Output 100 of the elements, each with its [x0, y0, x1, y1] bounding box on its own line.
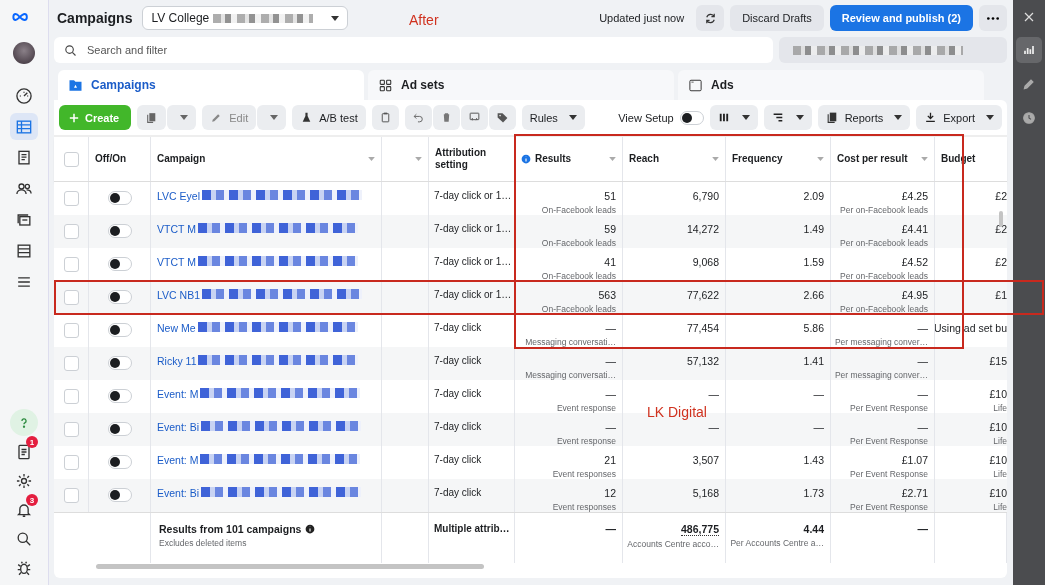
tab[interactable]: Campaigns — [58, 70, 364, 100]
campaign-toggle[interactable] — [107, 356, 132, 370]
campaign-name-link[interactable]: Event: M — [157, 454, 199, 466]
breakdown-button[interactable] — [763, 105, 812, 130]
caret-icon — [180, 115, 189, 120]
transfer-button[interactable] — [460, 105, 488, 130]
dropdown-button[interactable] — [257, 105, 287, 130]
duplicate-button[interactable] — [137, 105, 167, 130]
account-dropdown[interactable]: LV College — [142, 6, 349, 30]
column-header[interactable]: Frequency — [726, 137, 831, 181]
campaign-name-link[interactable]: Ricky 11 — [157, 355, 197, 367]
campaign-toggle[interactable] — [107, 488, 132, 502]
campaign-toggle[interactable] — [107, 290, 132, 304]
tab[interactable]: Ad sets — [368, 70, 674, 100]
info-icon — [305, 524, 316, 534]
scrollbar-thumb[interactable] — [96, 564, 484, 569]
column-header[interactable]: Results — [515, 137, 623, 181]
campaign-toggle[interactable] — [107, 224, 132, 238]
date-range-field[interactable] — [779, 37, 1007, 63]
cost-value: £1.07 — [901, 454, 928, 466]
campaign-toggle[interactable] — [107, 422, 132, 436]
tag-button[interactable] — [488, 105, 516, 130]
column-header[interactable]: Reach — [623, 137, 726, 181]
dropdown-button[interactable] — [167, 105, 197, 130]
row-checkbox[interactable] — [63, 422, 79, 437]
row-checkbox[interactable] — [63, 257, 79, 272]
nav-bell-button[interactable]: 3 — [10, 496, 38, 523]
campaign-name-link[interactable]: Event: Bi — [157, 421, 200, 433]
campaign-toggle[interactable] — [107, 257, 132, 271]
row-checkbox[interactable] — [63, 290, 79, 305]
undo-button[interactable] — [404, 105, 432, 130]
reports-button[interactable]: Reports — [817, 105, 911, 130]
row-checkbox[interactable] — [63, 455, 79, 470]
cost-type: Per Event Response — [850, 436, 928, 446]
result-type: Event responses — [552, 502, 616, 512]
update-status: Updated just now — [599, 12, 685, 24]
ab-test-button[interactable]: A/B test — [292, 105, 366, 130]
download-icon — [924, 111, 938, 124]
select-all-checkbox[interactable] — [63, 151, 79, 167]
refresh-button[interactable] — [696, 5, 725, 31]
results-value: 12 — [604, 487, 616, 499]
clipboard-button[interactable] — [371, 105, 399, 130]
row-checkbox[interactable] — [63, 356, 79, 371]
row-checkbox[interactable] — [63, 323, 79, 338]
row-checkbox[interactable] — [63, 191, 79, 206]
campaign-name-link[interactable]: Event: Bi — [157, 487, 200, 499]
review-publish-button[interactable]: Review and publish (2) — [829, 5, 973, 31]
delete-button[interactable] — [432, 105, 460, 130]
view-setup-toggle[interactable] — [679, 110, 704, 125]
nav-table-button[interactable] — [10, 113, 38, 140]
tab[interactable]: Ads — [678, 70, 984, 100]
results-value: 51 — [604, 190, 616, 202]
row-checkbox[interactable] — [63, 389, 79, 404]
campaign-name-link[interactable]: LVC Eyel — [157, 190, 200, 202]
cost-type: Per messaging conver… — [834, 337, 928, 347]
campaign-name-link[interactable]: VTCT M — [157, 223, 196, 235]
frequency-value: — — [813, 388, 824, 400]
table-row[interactable]: Ricky 11 7-day click — Messaging conversati… 57,132 1.41 — Per messaging conver… £15 — [54, 347, 1007, 380]
campaign-name-link[interactable]: VTCT M — [157, 256, 196, 268]
table-row[interactable]: VTCT M 7-day click or 1… 59 On-Facebook leads 14,272 1.49 £4.41 Per on-Facebook leads £2 — [54, 215, 1007, 248]
columns-button[interactable] — [709, 105, 758, 130]
results-summary: Results from 101 campaigns — [159, 523, 302, 535]
frequency-value: 1.43 — [803, 454, 824, 466]
campaign-toggle[interactable] — [107, 191, 132, 205]
campaign-name-link[interactable]: New Me — [157, 322, 196, 334]
nav-document-button[interactable]: 1 — [10, 438, 38, 465]
column-header[interactable]: Off/On — [89, 137, 151, 181]
campaign-name-link[interactable]: Event: M — [157, 388, 199, 400]
rules-button[interactable]: Rules — [521, 105, 585, 130]
breakdown-icon — [771, 111, 785, 124]
budget-value: £10 — [989, 454, 1007, 466]
row-checkbox[interactable] — [63, 488, 79, 503]
cost-value: — — [917, 355, 928, 367]
table-row[interactable]: Event: Bi 7-day click 12 Event responses 5,168 1.73 £2.71 Per Event Response £10 Life — [54, 479, 1007, 512]
scrollbar-thumb[interactable] — [999, 211, 1003, 227]
campaign-name-link[interactable]: LVC NB1 — [157, 289, 200, 301]
attribution-cell: 7-day click or 1… — [434, 256, 512, 267]
more-button[interactable] — [979, 5, 1007, 31]
row-checkbox[interactable] — [63, 224, 79, 239]
campaign-toggle[interactable] — [107, 455, 132, 469]
bar-chart-panel-button[interactable] — [1016, 37, 1042, 63]
column-header[interactable]: Cost per result — [831, 137, 935, 181]
column-header[interactable]: Attribution setting — [429, 137, 515, 181]
avatar[interactable] — [13, 42, 35, 64]
column-header[interactable]: Campaign — [151, 137, 382, 181]
discard-drafts-button[interactable]: Discard Drafts — [730, 5, 824, 31]
results-value: 41 — [604, 256, 616, 268]
campaign-toggle[interactable] — [107, 323, 132, 337]
result-type: On-Facebook leads — [541, 271, 616, 281]
export-button[interactable]: Export — [916, 105, 1002, 130]
reach-total[interactable]: 486,775 — [681, 523, 719, 536]
attribution-cell: 7-day click — [434, 388, 482, 399]
campaign-toggle[interactable] — [107, 389, 132, 403]
search-field[interactable]: Search and filter — [54, 37, 773, 63]
reach-value: 14,272 — [686, 223, 719, 235]
notification-badge: 1 — [26, 436, 38, 448]
frequency-value: — — [813, 421, 824, 433]
results-value: — — [605, 421, 616, 433]
budget-type: Life — [993, 436, 1007, 446]
reach-value: 5,168 — [692, 487, 719, 499]
